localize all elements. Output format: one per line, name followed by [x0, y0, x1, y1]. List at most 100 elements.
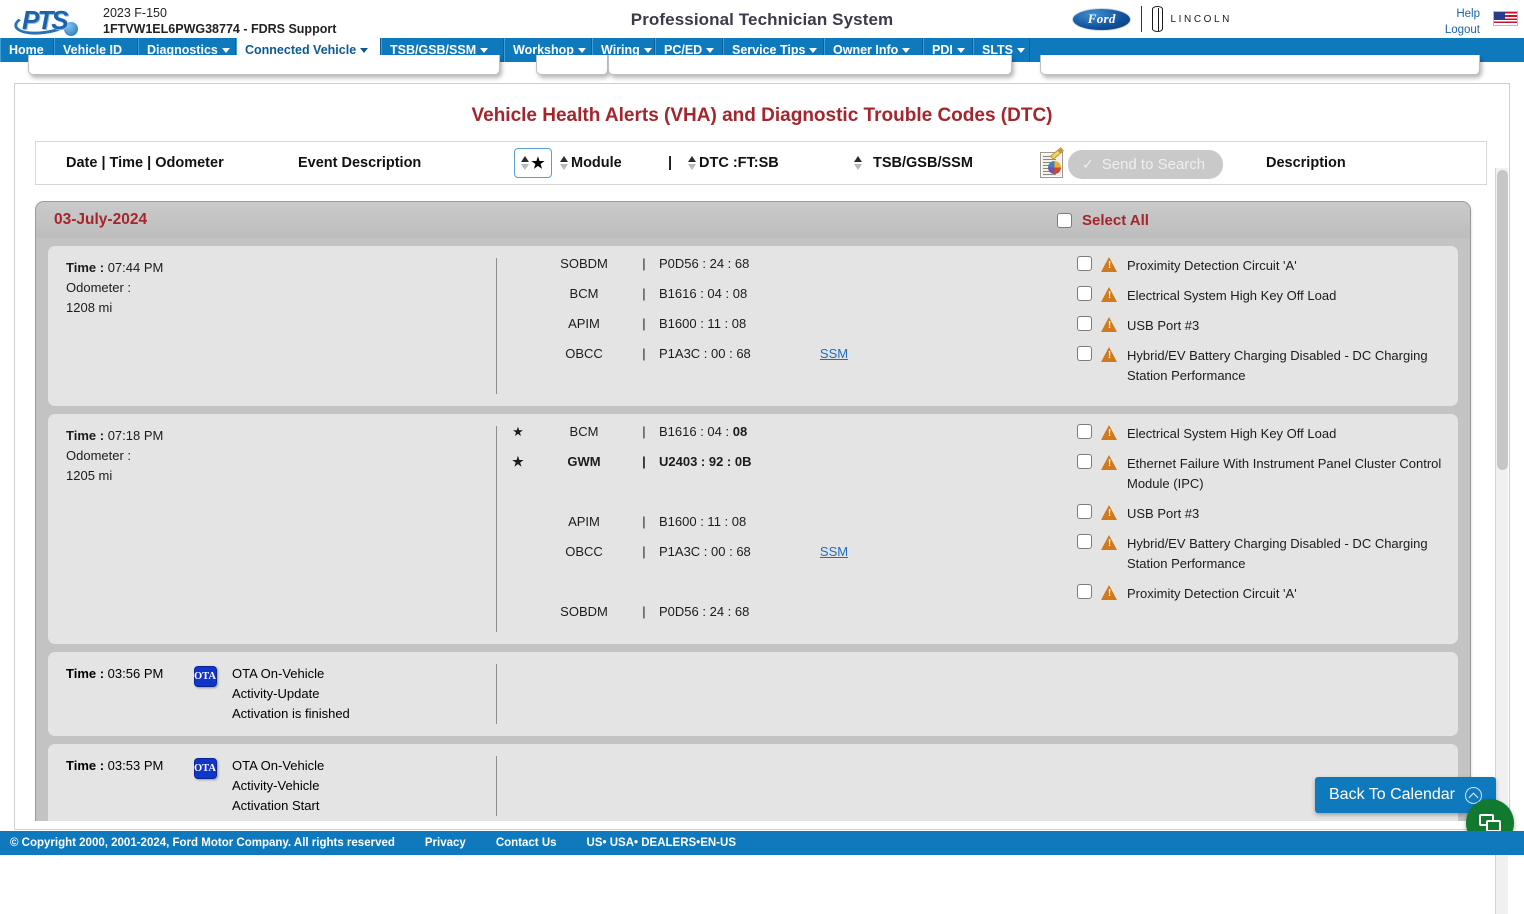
- pipe-separator: |: [629, 604, 659, 619]
- dtc-select-checkbox[interactable]: [1077, 454, 1092, 469]
- ota-description-line: OTA On-Vehicle: [232, 664, 350, 684]
- us-flag-icon[interactable]: [1493, 11, 1518, 26]
- dtc-select-checkbox[interactable]: [1077, 534, 1092, 549]
- send-to-search-button[interactable]: ✓ Send to Search: [1068, 150, 1223, 179]
- dtc-description-text: USB Port #3: [1127, 316, 1199, 336]
- dtc-code: B1600 : 11 : 08: [659, 514, 789, 529]
- ssm-link[interactable]: SSM: [820, 346, 848, 361]
- sort-tsb-button[interactable]: TSB/GSB/SSM: [854, 155, 973, 171]
- pipe-separator: |: [629, 544, 659, 559]
- dtc-code-subtype: 08: [733, 424, 747, 439]
- event-time: Time : 07:44 PM: [66, 258, 496, 278]
- module-name: OBCC: [539, 346, 629, 361]
- scrollbar-thumb[interactable]: [1497, 170, 1508, 470]
- privacy-link[interactable]: Privacy: [425, 837, 466, 849]
- chevron-down-icon: [1017, 48, 1025, 53]
- chevron-down-icon: [809, 48, 817, 53]
- logout-link[interactable]: Logout: [1445, 22, 1480, 38]
- ssm-link[interactable]: SSM: [820, 544, 848, 559]
- ota-event-row: Time : 03:56 PMOTAOTA On-VehicleActivity…: [48, 652, 1458, 736]
- dtc-select-checkbox[interactable]: [1077, 346, 1092, 361]
- ota-description: OTA On-VehicleActivity-UpdateActivation …: [232, 664, 350, 724]
- column-date-time-odometer: Date | Time | Odometer: [66, 155, 224, 171]
- back-to-calendar-button[interactable]: Back To Calendar: [1315, 777, 1496, 813]
- warning-triangle-icon: [1101, 535, 1118, 550]
- select-all-label: Select All: [1082, 212, 1149, 229]
- sort-arrows-icon: [854, 155, 863, 171]
- ota-description-line: Activation Start: [232, 796, 324, 816]
- app-title: Professional Technician System: [0, 10, 1524, 30]
- time-value: 03:56 PM: [108, 666, 164, 681]
- dtc-description-row: Electrical System High Key Off Load: [1077, 286, 1458, 306]
- dtc-description-row: Proximity Detection Circuit 'A': [1077, 256, 1458, 276]
- ota-event-info: Time : 03:56 PMOTAOTA On-VehicleActivity…: [48, 652, 496, 736]
- sort-arrows-icon: [560, 155, 569, 171]
- column-module-label: Module: [571, 155, 622, 171]
- flagged-star-icon: ★: [497, 454, 539, 470]
- date-group-card: 03-July-2024 Select All Time : 07:44 PMO…: [35, 201, 1471, 821]
- date-group-header: 03-July-2024 Select All: [36, 202, 1470, 238]
- select-all-checkbox[interactable]: [1057, 213, 1072, 228]
- time-label: Time :: [66, 260, 104, 275]
- warning-triangle-icon: [1101, 287, 1118, 302]
- dtc-select-checkbox[interactable]: [1077, 316, 1092, 331]
- dtc-code-row: APIM|B1600 : 11 : 08: [497, 316, 1055, 346]
- chevron-down-icon: [360, 48, 368, 53]
- dtc-code: B1616 : 04 : 08: [659, 424, 789, 439]
- event-time: Time : 03:56 PM: [66, 664, 178, 684]
- dtc-select-checkbox[interactable]: [1077, 424, 1092, 439]
- dtc-description-text: Ethernet Failure With Instrument Panel C…: [1127, 454, 1458, 494]
- background-panel-4: [1040, 55, 1480, 75]
- ssm-cell: SSM: [789, 544, 879, 559]
- dtc-code: P0D56 : 24 : 68: [659, 604, 789, 619]
- warning-triangle-icon: [1101, 585, 1118, 600]
- ota-description-line: Activity-Vehicle: [232, 776, 324, 796]
- sort-star-button[interactable]: ★: [514, 148, 552, 178]
- check-icon: ✓: [1082, 156, 1094, 173]
- dtc-description-text: Hybrid/EV Battery Charging Disabled - DC…: [1127, 346, 1458, 386]
- odometer-label: Odometer :: [66, 278, 496, 298]
- dtc-select-checkbox[interactable]: [1077, 504, 1092, 519]
- chevron-down-icon: [578, 48, 586, 53]
- copyright-text: © Copyright 2000, 2001-2024, Ford Motor …: [10, 837, 395, 849]
- odometer-label: Odometer :: [66, 446, 496, 466]
- brand-logos: Ford LINCOLN: [1072, 5, 1232, 33]
- dtc-code-row: BCM|B1616 : 04 : 08: [497, 286, 1055, 316]
- dtc-code-row: APIM|B1600 : 11 : 08: [497, 514, 1055, 544]
- sort-module-button[interactable]: Module: [560, 155, 622, 171]
- dtc-code: P1A3C : 00 : 68: [659, 346, 789, 361]
- dtc-description-text: Electrical System High Key Off Load: [1127, 286, 1336, 306]
- warning-triangle-icon: [1101, 317, 1118, 332]
- pipe-separator: |: [629, 286, 659, 301]
- dtc-code-row: ★GWM|U2403 : 92 : 0B: [497, 454, 1055, 484]
- select-all-control[interactable]: Select All: [1057, 212, 1149, 229]
- module-name: OBCC: [539, 544, 629, 559]
- dtc-description-list: Proximity Detection Circuit 'A' Electrica…: [1055, 246, 1458, 406]
- ota-badge-wrapper: OTA: [178, 664, 232, 687]
- pipe-separator: |: [629, 346, 659, 361]
- dtc-description-row: Hybrid/EV Battery Charging Disabled - DC…: [1077, 346, 1458, 386]
- flagged-star-icon: ★: [497, 424, 539, 440]
- warning-triangle-icon: [1101, 347, 1118, 362]
- pipe-separator: |: [629, 424, 659, 439]
- help-link[interactable]: Help: [1445, 6, 1480, 22]
- back-to-calendar-label: Back To Calendar: [1329, 786, 1455, 804]
- contact-us-link[interactable]: Contact Us: [496, 837, 557, 849]
- events-scroll-area[interactable]: 03-July-2024 Select All Time : 07:44 PMO…: [35, 201, 1487, 821]
- warning-triangle-icon: [1101, 257, 1118, 272]
- warning-triangle-icon: [1101, 455, 1118, 470]
- ota-event-row: Time : 03:53 PMOTAOTA On-VehicleActivity…: [48, 744, 1458, 821]
- sort-arrows-icon: [521, 155, 530, 171]
- dtc-description-list: Electrical System High Key Off LoadEther…: [1055, 414, 1458, 644]
- send-to-search-label: Send to Search: [1102, 156, 1205, 173]
- document-edit-icon[interactable]: [1040, 152, 1063, 178]
- column-event-description: Event Description: [298, 155, 421, 171]
- dtc-select-checkbox[interactable]: [1077, 584, 1092, 599]
- dtc-select-checkbox[interactable]: [1077, 286, 1092, 301]
- dtc-select-checkbox[interactable]: [1077, 256, 1092, 271]
- sort-dtc-button[interactable]: DTC :FT:SB: [688, 155, 779, 171]
- dtc-code-spacer: [497, 484, 1055, 514]
- dtc-code: U2403 : 92 : 0B: [659, 454, 789, 469]
- event-time-odometer: Time : 07:44 PMOdometer :1208 mi: [48, 246, 496, 406]
- odometer-value: 1205 mi: [66, 466, 496, 486]
